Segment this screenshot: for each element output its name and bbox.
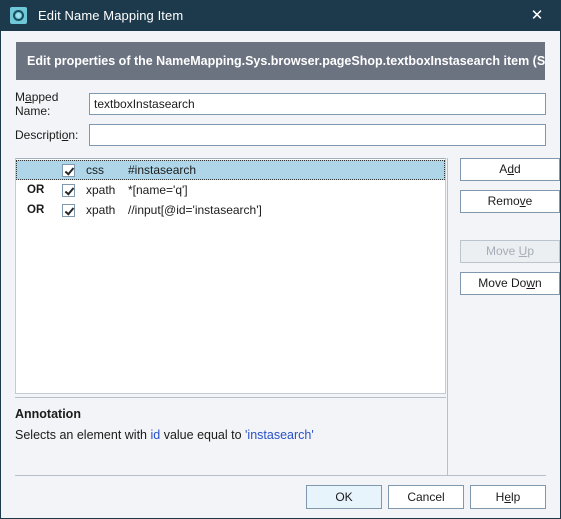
row-selector-type: xpath bbox=[86, 203, 116, 217]
selector-action-buttons: Add Remove Move Up Move Down bbox=[447, 158, 560, 475]
mapped-name-label-accel: a bbox=[25, 90, 32, 104]
table-row[interactable]: OR xpath //input[@id='instasearch'] bbox=[16, 200, 445, 220]
annotation-highlight-id: id bbox=[150, 428, 161, 442]
table-row[interactable]: OR xpath *[name='q'] bbox=[16, 180, 445, 200]
help-button-post: lp bbox=[511, 490, 521, 504]
remove-button-post: e bbox=[525, 194, 533, 208]
gear-icon bbox=[10, 7, 27, 24]
description-input[interactable] bbox=[89, 124, 546, 146]
row-selector-value: *[name='q'] bbox=[128, 183, 188, 197]
description-row: Description: bbox=[15, 124, 546, 146]
help-button-pre: H bbox=[495, 490, 505, 504]
row-conjunction: OR bbox=[27, 204, 45, 216]
row-selector-value: //input[@id='instasearch'] bbox=[128, 203, 262, 217]
add-button-post: d bbox=[514, 162, 521, 176]
remove-button[interactable]: Remove bbox=[460, 190, 560, 213]
description-label: Description: bbox=[15, 128, 89, 142]
window-title: Edit Name Mapping Item bbox=[38, 8, 184, 23]
mapped-name-input[interactable] bbox=[89, 93, 546, 115]
row-enabled-checkbox[interactable] bbox=[57, 183, 79, 197]
add-button-accel: d bbox=[507, 162, 514, 176]
help-button[interactable]: Help bbox=[470, 485, 546, 509]
annotation-text: Selects an element with id value equal t… bbox=[15, 428, 446, 442]
move-down-button[interactable]: Move Down bbox=[460, 272, 560, 295]
annotation-title: Annotation bbox=[15, 407, 81, 421]
selector-list[interactable]: css #instasearch OR xpath *[name='q'] OR… bbox=[15, 158, 446, 394]
row-selector-type: css bbox=[86, 163, 104, 177]
annotation-highlight-value: 'instasearch' bbox=[245, 428, 314, 442]
middle-area: css #instasearch OR xpath *[name='q'] OR… bbox=[1, 158, 560, 475]
move-up-button[interactable]: Move Up bbox=[460, 240, 560, 263]
table-row[interactable]: css #instasearch bbox=[16, 160, 445, 180]
row-conjunction: OR bbox=[27, 184, 45, 196]
selector-list-wrap: css #instasearch OR xpath *[name='q'] OR… bbox=[15, 158, 446, 475]
ok-button[interactable]: OK bbox=[306, 485, 382, 509]
description-label-pre: Descripti bbox=[15, 128, 62, 142]
dialog-footer: OK Cancel Help bbox=[15, 475, 546, 518]
mapped-name-label-pre: M bbox=[15, 90, 25, 104]
title-bar: Edit Name Mapping Item ✕ bbox=[1, 0, 560, 31]
annotation-panel: Annotation Selects an element with id va… bbox=[15, 397, 446, 475]
remove-button-pre: Remo bbox=[487, 194, 520, 208]
move-down-button-accel: w bbox=[526, 276, 535, 290]
row-selector-type: xpath bbox=[86, 183, 116, 197]
mapped-name-row: Mapped Name: bbox=[15, 90, 546, 118]
checkbox-icon bbox=[61, 203, 75, 217]
row-enabled-checkbox[interactable] bbox=[57, 163, 79, 177]
dialog-body: Edit properties of the NameMapping.Sys.b… bbox=[1, 31, 560, 518]
description-label-post: n: bbox=[68, 128, 79, 142]
annotation-part2: value equal to bbox=[160, 428, 246, 442]
mapped-name-label: Mapped Name: bbox=[15, 90, 89, 118]
cancel-button[interactable]: Cancel bbox=[388, 485, 464, 509]
move-up-button-pre: Move bbox=[485, 244, 519, 258]
close-icon[interactable]: ✕ bbox=[514, 0, 560, 31]
move-down-button-post: n bbox=[535, 276, 542, 290]
add-button[interactable]: Add bbox=[460, 158, 560, 181]
checkbox-icon bbox=[61, 183, 75, 197]
move-up-button-post: p bbox=[527, 244, 535, 258]
edit-name-mapping-dialog: Edit Name Mapping Item ✕ Edit properties… bbox=[0, 0, 561, 519]
row-selector-value: #instasearch bbox=[128, 163, 197, 177]
row-enabled-checkbox[interactable] bbox=[57, 203, 79, 217]
dialog-banner: Edit properties of the NameMapping.Sys.b… bbox=[16, 42, 545, 80]
help-button-accel: e bbox=[504, 490, 511, 504]
annotation-part1: Selects an element with bbox=[15, 428, 151, 442]
checkbox-icon bbox=[61, 163, 75, 177]
move-down-button-pre: Move Do bbox=[478, 276, 527, 290]
